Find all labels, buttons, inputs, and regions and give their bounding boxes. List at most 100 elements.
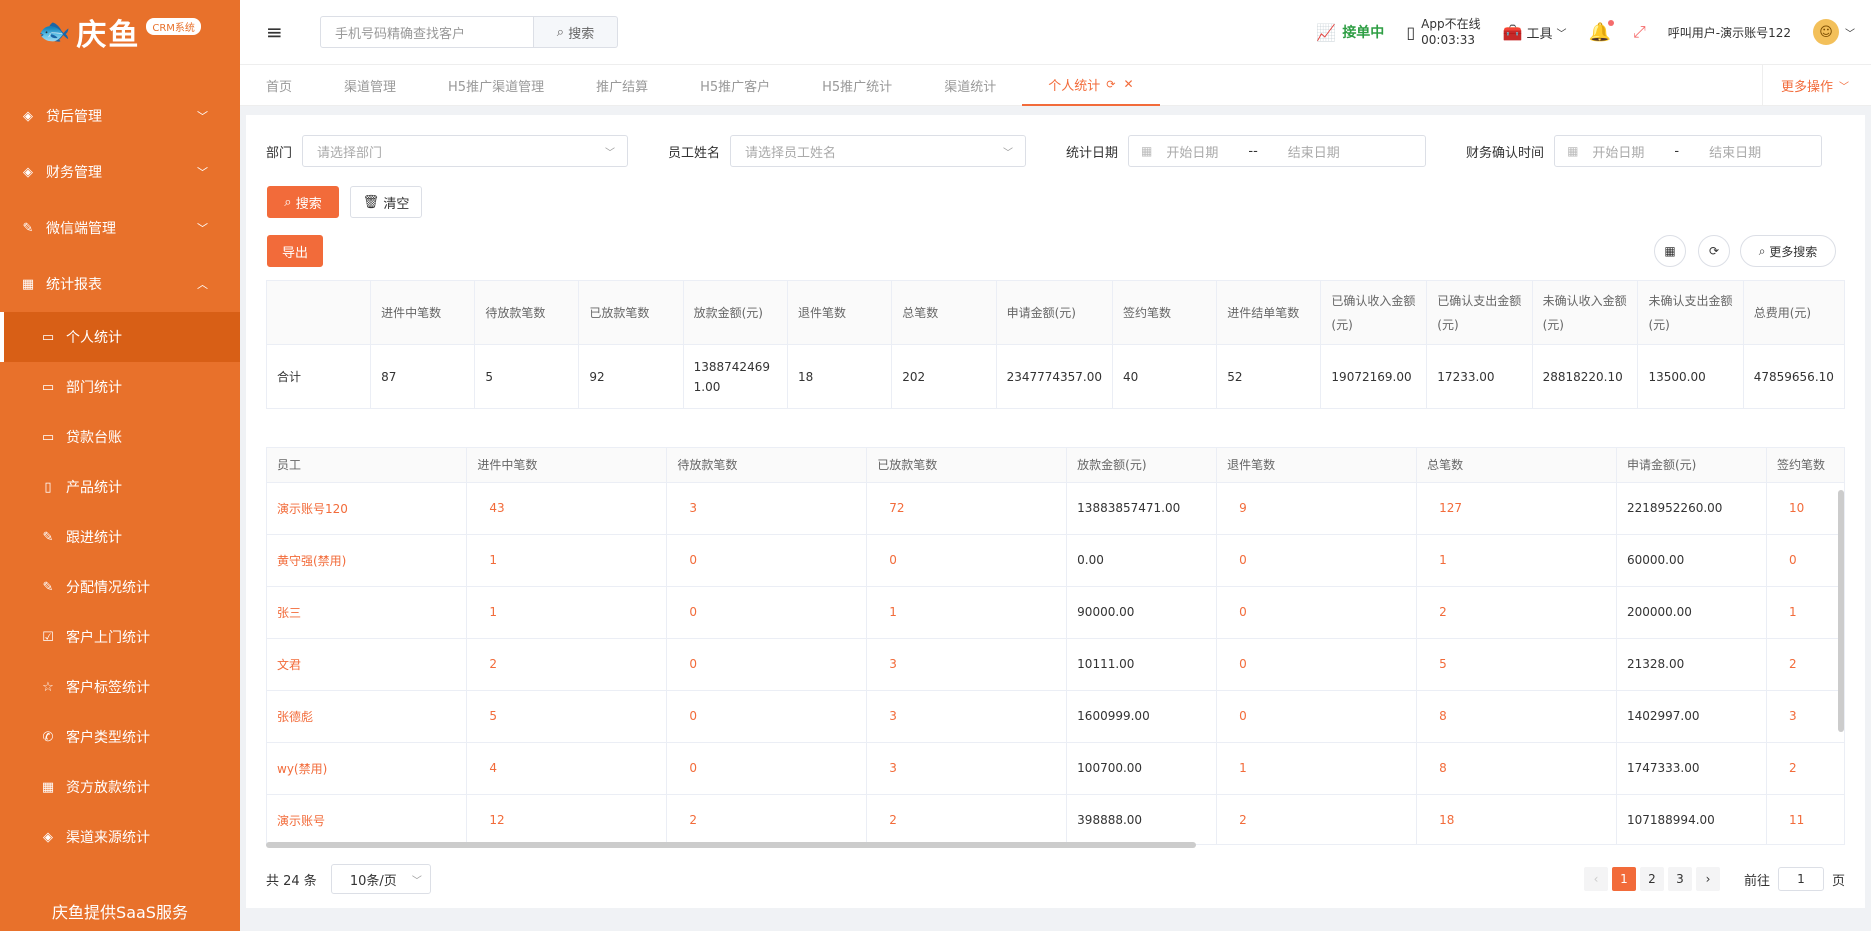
tab-channel-mgmt[interactable]: 渠道管理	[318, 65, 422, 106]
column-header[interactable]: 总笔数	[1416, 448, 1617, 483]
page-2[interactable]: 2	[1639, 867, 1664, 891]
page-1[interactable]: 1	[1611, 867, 1636, 891]
refresh-icon[interactable]: ⟳	[1106, 78, 1115, 91]
table-cell[interactable]: 0	[666, 690, 868, 743]
table-cell[interactable]: 10	[1766, 482, 1844, 535]
column-header[interactable]: 申请金额(元)	[1616, 448, 1767, 483]
table-cell[interactable]: 1	[466, 534, 668, 587]
menu-group-wechat[interactable]: ✎ 微信端管理 ﹀	[0, 200, 240, 256]
table-cell[interactable]: 0	[666, 742, 868, 795]
table-cell[interactable]: 0	[1216, 638, 1418, 691]
column-settings-icon[interactable]: ▦	[1654, 235, 1686, 267]
column-header[interactable]: 员工	[267, 448, 468, 483]
sidebar-item-dept-stats[interactable]: ▭ 部门统计	[0, 362, 240, 412]
column-header[interactable]: 放款金额(元)	[1066, 448, 1218, 483]
dept-select[interactable]: 请选择部门 ﹀	[302, 135, 629, 167]
table-cell[interactable]: 11	[1766, 794, 1844, 844]
table-cell[interactable]: 2	[466, 638, 668, 691]
table-cell[interactable]: 18	[1416, 794, 1617, 844]
table-cell[interactable]: 4	[466, 742, 668, 795]
table-cell[interactable]: 0	[1216, 690, 1418, 743]
table-cell[interactable]: 2	[1766, 638, 1844, 691]
table-cell[interactable]: 1	[1416, 534, 1617, 587]
customer-search-button[interactable]: ⌕ 搜索	[534, 16, 618, 48]
menu-group-reports[interactable]: ▦ 统计报表 ︿	[0, 256, 240, 312]
next-page-icon[interactable]: ›	[1695, 867, 1720, 891]
search-button[interactable]: ⌕ 搜索	[267, 186, 339, 218]
table-cell[interactable]: 8	[1416, 742, 1617, 795]
table-cell[interactable]: 3	[866, 690, 1068, 743]
table-cell[interactable]: 5	[466, 690, 668, 743]
more-search-button[interactable]: ⌕ 更多搜索	[1740, 235, 1836, 267]
logo[interactable]: 🐟 庆鱼 CRM系统	[0, 0, 240, 64]
page-3[interactable]: 3	[1667, 867, 1692, 891]
sidebar-item-channel-source-stats[interactable]: ◈ 渠道来源统计	[0, 812, 240, 862]
table-cell[interactable]: 2	[666, 794, 868, 844]
employee-name-link[interactable]: 张三	[267, 586, 468, 639]
employee-select[interactable]: 请选择员工姓名 ﹀	[730, 135, 1027, 167]
menu-group-finance[interactable]: ◈ 财务管理 ﹀	[0, 144, 240, 200]
table-cell[interactable]: 0	[666, 586, 868, 639]
sidebar-item-loan-ledger[interactable]: ▭ 贷款台账	[0, 412, 240, 462]
close-icon[interactable]: ✕	[1123, 77, 1133, 91]
export-button[interactable]: 导出	[267, 235, 323, 267]
tab-home[interactable]: 首页	[240, 65, 318, 106]
table-cell[interactable]: 1	[1766, 586, 1844, 639]
table-cell[interactable]: 2	[866, 794, 1068, 844]
tab-personal-stats[interactable]: 个人统计 ⟳ ✕	[1022, 65, 1160, 106]
table-cell[interactable]: 1	[1216, 742, 1418, 795]
refresh-icon[interactable]: ⟳	[1698, 235, 1730, 267]
tools-dropdown[interactable]: 🧰 工具 ﹀	[1503, 23, 1567, 42]
user-name[interactable]: 呼叫用户-演示账号122	[1668, 24, 1791, 41]
employee-name-link[interactable]: 演示账号	[267, 794, 468, 844]
table-cell[interactable]: 0	[666, 638, 868, 691]
employee-name-link[interactable]: 文君	[267, 638, 468, 691]
clear-button[interactable]: 🗑 清空	[350, 186, 422, 218]
sidebar-item-allocation-stats[interactable]: ✎ 分配情况统计	[0, 562, 240, 612]
table-cell[interactable]: 3	[666, 482, 868, 535]
fullscreen-icon[interactable]: ⤢	[1633, 22, 1646, 42]
finance-confirm-range[interactable]: ▦ 开始日期 - 结束日期	[1554, 135, 1823, 167]
hamburger-menu-icon[interactable]: ≡	[266, 20, 286, 44]
table-cell[interactable]: 2	[1766, 742, 1844, 795]
tab-promo-settlement[interactable]: 推广结算	[570, 65, 674, 106]
table-cell[interactable]: 0	[666, 534, 868, 587]
table-cell[interactable]: 5	[1416, 638, 1617, 691]
prev-page-icon[interactable]: ‹	[1583, 867, 1608, 891]
employee-table-container[interactable]: 员工 进件中笔数 待放款笔数 已放款笔数 放款金额(元) 退件笔数 总笔数 申请…	[266, 447, 1845, 845]
vertical-scrollbar[interactable]	[1838, 490, 1844, 732]
table-cell[interactable]: 1	[466, 586, 668, 639]
table-cell[interactable]: 0	[1216, 534, 1418, 587]
tab-h5-stats[interactable]: H5推广统计	[796, 65, 918, 106]
table-cell[interactable]: 0	[1216, 586, 1418, 639]
table-cell[interactable]: 72	[866, 482, 1068, 535]
table-cell[interactable]: 43	[466, 482, 668, 535]
sidebar-item-personal-stats[interactable]: ▭ 个人统计	[0, 312, 240, 362]
sidebar-item-type-stats[interactable]: ✆ 客户类型统计	[0, 712, 240, 762]
sidebar-item-tag-stats[interactable]: ☆ 客户标签统计	[0, 662, 240, 712]
sidebar-item-funder-stats[interactable]: ▦ 资方放款统计	[0, 762, 240, 812]
employee-name-link[interactable]: 黄守强(禁用)	[267, 534, 468, 587]
column-header[interactable]: 进件中笔数	[466, 448, 668, 483]
table-cell[interactable]: 0	[866, 534, 1068, 587]
receiving-status[interactable]: 📈 接单中	[1316, 22, 1384, 42]
more-operations-dropdown[interactable]: 更多操作 ﹀	[1761, 65, 1871, 106]
table-cell[interactable]: 2	[1416, 586, 1617, 639]
column-header[interactable]: 签约笔数	[1766, 448, 1844, 483]
customer-search-input[interactable]: 手机号码精确查找客户	[320, 16, 534, 48]
sidebar-item-visit-stats[interactable]: ☑ 客户上门统计	[0, 612, 240, 662]
column-header[interactable]: 退件笔数	[1216, 448, 1418, 483]
table-cell[interactable]: 127	[1416, 482, 1617, 535]
table-cell[interactable]: 3	[866, 742, 1068, 795]
column-header[interactable]: 待放款笔数	[666, 448, 868, 483]
table-cell[interactable]: 3	[1766, 690, 1844, 743]
stat-date-range[interactable]: ▦ 开始日期 -- 结束日期	[1128, 135, 1427, 167]
menu-group-post-loan[interactable]: ◈ 贷后管理 ﹀	[0, 88, 240, 144]
employee-name-link[interactable]: 演示账号120	[267, 482, 468, 535]
app-status[interactable]: ▯ App不在线 00:03:33	[1406, 16, 1480, 48]
table-cell[interactable]: 12	[466, 794, 668, 844]
table-cell[interactable]: 0	[1766, 534, 1844, 587]
table-cell[interactable]: 3	[866, 638, 1068, 691]
column-header[interactable]: 已放款笔数	[866, 448, 1068, 483]
employee-name-link[interactable]: wy(禁用)	[267, 742, 468, 795]
